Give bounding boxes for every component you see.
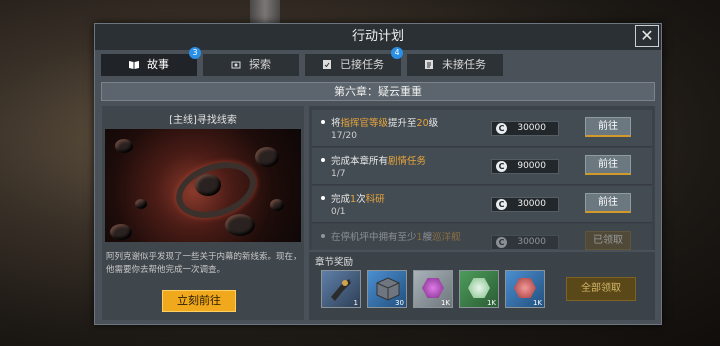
reward-amount: 90000 <box>517 161 546 171</box>
story-panel: [主线]寻找线索 阿列克谢似乎发现了一些关于内幕的新线索。现在，他需要你去帮他完… <box>102 106 304 320</box>
tab-label: 探索 <box>249 58 271 71</box>
bullet-icon <box>321 158 325 162</box>
clipboard-list-icon <box>424 55 434 69</box>
green-crystal-icon <box>468 278 490 298</box>
item-count: 1K <box>532 299 542 307</box>
story-image <box>105 129 301 242</box>
quest-progress: 0/1 <box>331 207 346 217</box>
tab-story[interactable]: 故事 3 <box>101 47 201 76</box>
bullet-icon <box>321 196 325 200</box>
quest-reward: C 30000 <box>491 197 559 212</box>
reward-amount: 30000 <box>517 237 546 247</box>
reward-item[interactable]: 1K <box>505 270 545 308</box>
red-crystal-icon <box>514 278 536 298</box>
item-count: 1K <box>486 299 496 307</box>
tab-unaccepted-missions[interactable]: 未接任务 <box>407 54 503 76</box>
quest-text: 完成本章所有剧情任务 <box>331 156 427 167</box>
weapon-part-icon <box>331 279 351 301</box>
book-icon <box>129 55 139 69</box>
tab-label: 已接任务 <box>340 58 384 71</box>
quest-list[interactable]: 将指挥官等级提升至20级 17/20 C 30000 前往 完成本章所有剧情任务… <box>309 106 655 250</box>
tab-explore[interactable]: 探索 <box>203 54 299 76</box>
reward-amount: 30000 <box>517 123 546 133</box>
quest-reward: C 90000 <box>491 159 559 174</box>
reward-item[interactable]: 30 <box>367 270 407 308</box>
reward-item[interactable]: 1 <box>321 270 361 308</box>
quest-progress: 17/20 <box>331 131 357 141</box>
quest-text: 将指挥官等级提升至20级 <box>331 118 439 129</box>
explore-icon <box>231 55 241 69</box>
tab-accepted-missions[interactable]: 已接任务 4 <box>305 47 403 76</box>
item-count: 1K <box>440 299 450 307</box>
item-count: 1 <box>353 299 358 307</box>
chapter-title: 第六章：疑云重重 <box>334 85 422 98</box>
tab-label: 故事 <box>147 58 169 71</box>
quest-claimed-button[interactable]: 已领取 <box>585 231 631 250</box>
quest-reward: C 30000 <box>491 235 559 250</box>
reward-amount: 30000 <box>517 199 546 209</box>
quest-row: 在停机坪中拥有至少1艘巡洋舰 C 30000 已领取 <box>312 224 652 250</box>
close-button[interactable]: ✕ <box>635 25 659 47</box>
quest-row: 完成1次科研 0/1 C 30000 前往 <box>312 186 652 223</box>
item-count: 30 <box>395 299 404 307</box>
clipboard-check-icon <box>322 55 332 69</box>
claim-all-button[interactable]: 全部领取 <box>566 277 636 301</box>
credit-coin-icon: C <box>496 123 507 134</box>
story-description: 阿列克谢似乎发现了一些关于内幕的新线索。现在，他需要你去帮他完成一次调查。 <box>106 252 302 275</box>
tab-label: 未接任务 <box>442 58 486 71</box>
quest-reward: C 30000 <box>491 121 559 136</box>
bullet-icon <box>321 234 325 238</box>
credit-coin-icon: C <box>496 161 507 172</box>
quest-go-button[interactable]: 前往 <box>585 117 631 137</box>
action-plan-window: 行动计划 ✕ 故事 3 探索 已接任务 4 未接任务 第六章：疑云重重 [主线]… <box>94 23 662 325</box>
quest-row: 将指挥官等级提升至20级 17/20 C 30000 前往 <box>312 110 652 147</box>
credit-coin-icon: C <box>496 237 507 248</box>
reward-item[interactable]: 1K <box>413 270 453 308</box>
reward-item[interactable]: 1K <box>459 270 499 308</box>
quest-go-button[interactable]: 前往 <box>585 193 631 213</box>
module-box-icon <box>376 277 400 301</box>
quest-row: 完成本章所有剧情任务 1/7 C 90000 前往 <box>312 148 652 185</box>
chapter-title-bar: 第六章：疑云重重 <box>101 82 655 101</box>
window-title: 行动计划 <box>351 29 404 44</box>
bullet-icon <box>321 120 325 124</box>
story-title: [主线]寻找线索 <box>169 115 237 126</box>
close-icon: ✕ <box>640 26 654 45</box>
tab-badge: 4 <box>391 47 403 59</box>
quest-text: 在停机坪中拥有至少1艘巡洋舰 <box>331 232 461 243</box>
tab-badge: 3 <box>189 47 201 59</box>
credit-coin-icon: C <box>496 199 507 210</box>
go-now-button[interactable]: 立刻前往 <box>162 290 236 312</box>
chapter-rewards: 章节奖励 1 30 1K 1K 1K 全部领取 <box>309 252 655 320</box>
window-titlebar: 行动计划 ✕ <box>95 24 661 50</box>
quest-progress: 1/7 <box>331 169 346 179</box>
quest-text: 完成1次科研 <box>331 194 385 205</box>
rewards-title: 章节奖励 <box>315 257 354 268</box>
purple-crystal-icon <box>422 278 444 298</box>
quest-go-button[interactable]: 前往 <box>585 155 631 175</box>
